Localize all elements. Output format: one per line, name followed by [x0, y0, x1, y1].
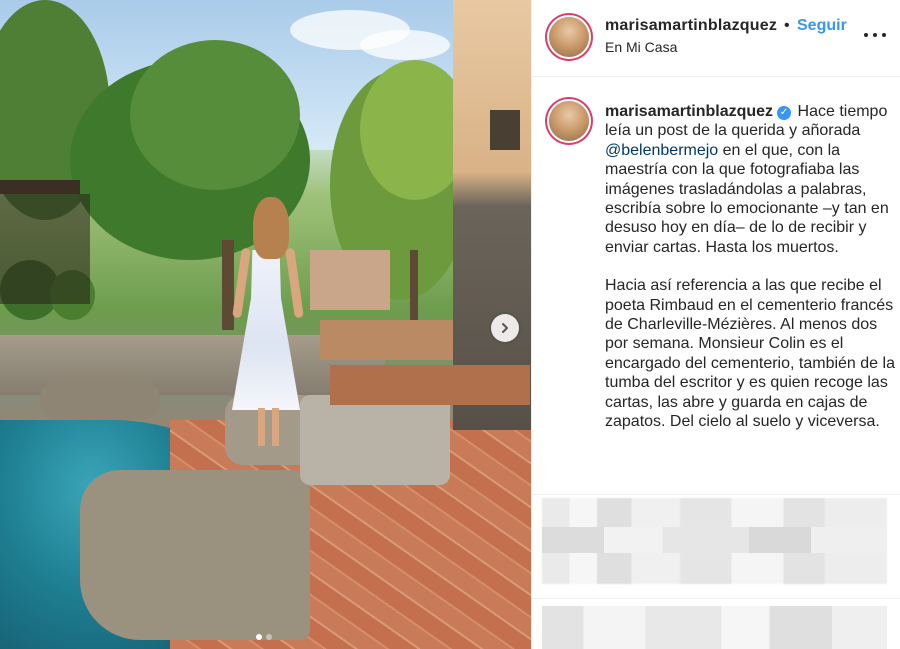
- caption-paragraph-2: Hacia así referencia a las que recibe el…: [605, 277, 895, 431]
- photo-steps: [330, 365, 530, 405]
- photo-pergola-shade: [0, 194, 90, 304]
- header-username[interactable]: marisamartinblazquez: [605, 17, 777, 35]
- verified-badge-icon: ✓: [777, 106, 792, 120]
- photo-woman-leg: [258, 408, 265, 446]
- carousel-dot-active: [256, 634, 262, 640]
- post-caption: marisamartinblazquez ✓ Hace tiempo leía u…: [605, 102, 895, 432]
- photo-rock: [80, 470, 310, 640]
- comment-divider: [532, 494, 900, 495]
- follow-button[interactable]: Seguir: [797, 17, 847, 35]
- header-separator: •: [784, 17, 790, 34]
- photo-cloud: [360, 30, 450, 60]
- photo-woman-leg: [272, 408, 279, 446]
- photo-house-window: [490, 110, 520, 150]
- caption-paragraph-1: marisamartinblazquez ✓ Hace tiempo leía u…: [605, 102, 895, 257]
- caption-username[interactable]: marisamartinblazquez: [605, 103, 773, 120]
- avatar[interactable]: [549, 17, 589, 57]
- carousel-indicator: [256, 634, 272, 640]
- more-dot: [873, 33, 877, 37]
- post-sidebar: marisamartinblazquez • Seguir En Mi Casa…: [531, 0, 900, 649]
- post-header: marisamartinblazquez • Seguir En Mi Casa: [532, 0, 900, 77]
- chevron-right-icon: [502, 323, 508, 333]
- photo-tree: [130, 40, 300, 190]
- mention-link[interactable]: @belenbermejo: [605, 142, 718, 159]
- photo-woman-arm: [232, 247, 251, 319]
- comment-divider: [532, 598, 900, 599]
- photo-pergola: [0, 180, 80, 194]
- photo-trunk: [222, 240, 234, 330]
- more-options-icon[interactable]: [864, 24, 886, 46]
- photo-rock: [40, 380, 160, 420]
- carousel-next-button[interactable]: [491, 314, 519, 342]
- photo-gravel: [300, 395, 450, 485]
- location-link[interactable]: En Mi Casa: [605, 39, 677, 55]
- blurred-comment-line: [542, 527, 887, 553]
- more-dot: [864, 33, 868, 37]
- photo-woman-arm: [285, 247, 304, 319]
- photo-building: [310, 250, 390, 310]
- photo-woman-hair: [253, 197, 289, 259]
- blurred-comment: [542, 606, 887, 649]
- photo-path: [320, 320, 460, 360]
- carousel-dot: [266, 634, 272, 640]
- photo-trunk: [410, 250, 418, 320]
- post-photo[interactable]: [0, 0, 531, 649]
- caption-avatar[interactable]: [549, 101, 589, 141]
- more-dot: [882, 33, 886, 37]
